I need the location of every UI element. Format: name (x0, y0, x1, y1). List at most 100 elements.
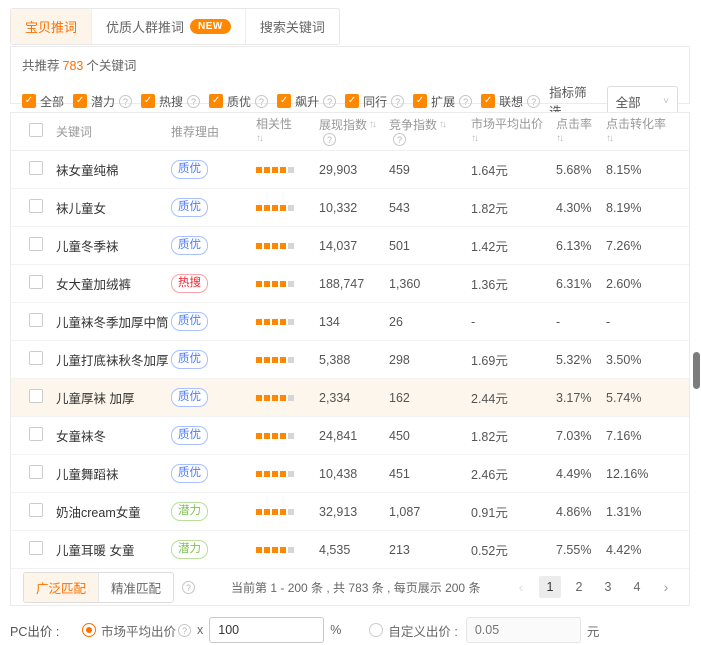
filter-checkbox-item-8[interactable]: ✓联想? (481, 93, 540, 110)
prev-page-button[interactable]: ‹ (510, 576, 532, 598)
help-icon[interactable]: ? (527, 95, 540, 108)
row-checkbox[interactable] (29, 465, 43, 479)
help-icon[interactable]: ? (255, 95, 268, 108)
reason-tag: 热搜 (171, 274, 208, 293)
ctr-cell: 6.31% (556, 277, 606, 291)
row-checkbox[interactable] (29, 541, 43, 555)
relevance-square (264, 509, 270, 515)
row-checkbox[interactable] (29, 161, 43, 175)
table-row-3: 儿童冬季袜质优14,0375011.42元6.13%7.26% (11, 227, 689, 265)
reason-tag: 质优 (171, 160, 208, 179)
help-icon[interactable]: ? (187, 95, 200, 108)
relevance-square (256, 243, 262, 249)
column-label: 推荐理由 (171, 125, 256, 139)
relevance-indicator (256, 433, 319, 439)
sort-icon[interactable]: ↑↓ (556, 132, 564, 146)
relevance-square (280, 281, 286, 287)
page-button-2[interactable]: 2 (568, 576, 590, 598)
recommend-reason-cell: 热搜 (171, 274, 256, 293)
bid-multiplier-input[interactable] (209, 617, 324, 643)
market-bid-label: 市场平均出价 (101, 621, 176, 640)
reason-tag: 质优 (171, 426, 208, 445)
competition-index-cell: 162 (389, 391, 471, 405)
sort-icon[interactable]: ↑↓ (439, 118, 447, 132)
market-bid-radio[interactable] (82, 623, 96, 637)
match-type-group: 广泛匹配精准匹配 (23, 572, 174, 603)
relevance-square (264, 243, 270, 249)
relevance-square (288, 509, 294, 515)
tab-3[interactable]: 搜索关键词 (246, 9, 339, 44)
row-checkbox[interactable] (29, 199, 43, 213)
filter-checkbox-item-7[interactable]: ✓扩展? (413, 93, 472, 110)
row-checkbox[interactable] (29, 237, 43, 251)
row-checkbox[interactable] (29, 313, 43, 327)
table-row-10: 奶油cream女童潜力32,9131,0870.91元4.86%1.31% (11, 493, 689, 531)
checkbox-checked-icon[interactable]: ✓ (209, 94, 223, 108)
page-button-1[interactable]: 1 (539, 576, 561, 598)
match-option-2[interactable]: 精准匹配 (99, 573, 173, 602)
filter-checkbox-item-4[interactable]: ✓质优? (209, 93, 268, 110)
metric-filter-value: 全部 (616, 92, 641, 111)
custom-bid-radio[interactable] (369, 623, 383, 637)
sort-icon[interactable]: ↑↓ (256, 132, 264, 146)
match-option-1[interactable]: 广泛匹配 (24, 573, 99, 602)
relevance-square (288, 319, 294, 325)
help-icon[interactable]: ? (323, 133, 336, 146)
select-all-checkbox[interactable] (29, 123, 43, 137)
tab-bar: 宝贝推词优质人群推词NEW搜索关键词 (10, 8, 340, 45)
reason-tag: 质优 (171, 198, 208, 217)
checkbox-checked-icon[interactable]: ✓ (277, 94, 291, 108)
help-icon[interactable]: ? (459, 95, 472, 108)
checkbox-checked-icon[interactable]: ✓ (481, 94, 495, 108)
row-checkbox[interactable] (29, 351, 43, 365)
next-page-button[interactable]: › (655, 576, 677, 598)
market-bid-help-icon[interactable]: ? (178, 624, 191, 637)
bid-settings-row: PC出价 : 市场平均出价 ? x % 自定义出价 : 元 (10, 617, 690, 643)
relevance-square (264, 547, 270, 553)
row-checkbox[interactable] (29, 427, 43, 441)
filter-checkbox-item-6[interactable]: ✓同行? (345, 93, 404, 110)
multiply-symbol: x (197, 623, 203, 637)
chevron-down-icon: ˅ (663, 96, 669, 107)
checkbox-checked-icon[interactable]: ✓ (141, 94, 155, 108)
table-row-11: 儿童耳暖 女童潜力4,5352130.52元7.55%4.42% (11, 531, 689, 569)
filter-checkbox-label: 全部 (40, 93, 64, 110)
page-button-3[interactable]: 3 (597, 576, 619, 598)
table-row-7: 儿童厚袜 加厚质优2,3341622.44元3.17%5.74% (11, 379, 689, 417)
help-icon[interactable]: ? (119, 95, 132, 108)
row-checkbox[interactable] (29, 275, 43, 289)
relevance-indicator (256, 357, 319, 363)
cvr-cell: 1.31% (606, 505, 689, 519)
row-checkbox[interactable] (29, 503, 43, 517)
checkbox-checked-icon[interactable]: ✓ (73, 94, 87, 108)
filter-checkbox-item-5[interactable]: ✓飙升? (277, 93, 336, 110)
help-icon[interactable]: ? (391, 95, 404, 108)
checkbox-checked-icon[interactable]: ✓ (413, 94, 427, 108)
tab-1[interactable]: 宝贝推词 (11, 9, 92, 44)
relevance-indicator (256, 395, 319, 401)
scrollbar-thumb[interactable] (693, 352, 700, 389)
impression-index-cell: 10,332 (319, 201, 389, 215)
filter-checkbox-item-2[interactable]: ✓潜力? (73, 93, 132, 110)
relevance-square (272, 205, 278, 211)
match-type-help-icon[interactable]: ? (182, 581, 195, 594)
row-checkbox[interactable] (29, 389, 43, 403)
sort-icon[interactable]: ↑↓ (369, 118, 377, 132)
table-footer: 广泛匹配精准匹配 ? 当前第 1 - 200 条 , 共 783 条 , 每页展… (11, 569, 689, 605)
recommend-reason-cell: 质优 (171, 312, 256, 331)
tab-2[interactable]: 优质人群推词NEW (92, 9, 246, 44)
filter-checkbox-item-3[interactable]: ✓热搜? (141, 93, 200, 110)
sort-icon[interactable]: ↑↓ (606, 132, 614, 146)
help-icon[interactable]: ? (323, 95, 336, 108)
row-checkbox-cell (11, 389, 56, 406)
custom-bid-input[interactable] (466, 617, 581, 643)
column-header-2: 推荐理由 (171, 125, 256, 139)
page-button-4[interactable]: 4 (626, 576, 648, 598)
filter-checkbox-item-1[interactable]: ✓ 全部 (22, 93, 64, 110)
relevance-square (280, 547, 286, 553)
help-icon[interactable]: ? (393, 133, 406, 146)
checkbox-checked-icon[interactable]: ✓ (345, 94, 359, 108)
avg-bid-cell: 2.44元 (471, 388, 556, 407)
checkbox-checked-icon[interactable]: ✓ (22, 94, 36, 108)
sort-icon[interactable]: ↑↓ (471, 132, 479, 146)
